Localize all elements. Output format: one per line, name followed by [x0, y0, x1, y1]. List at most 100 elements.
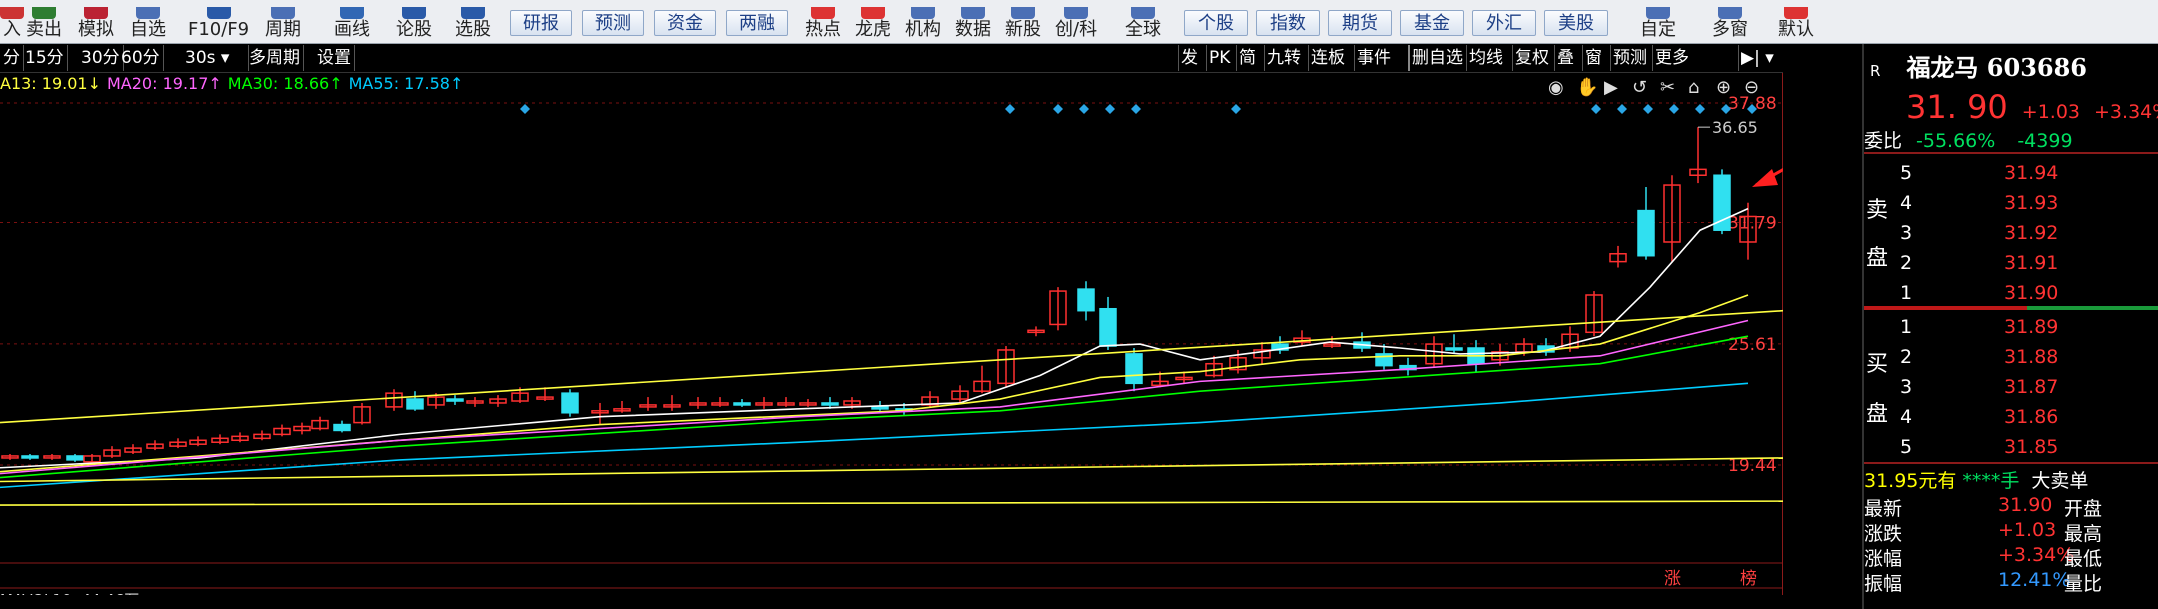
toolbar-button-0[interactable]: 研报 [510, 10, 572, 36]
weibi-row: 委比 -55.66% -4399 [1864, 126, 2158, 153]
toolbar-item2-0[interactable]: 热点 [805, 0, 841, 43]
stat-key: 最新 [1864, 498, 1903, 520]
period-4[interactable]: 30s ▾ [182, 45, 249, 71]
toolbar-button-1[interactable]: 预测 [582, 10, 644, 36]
chart-tool-8[interactable]: 复权 [1512, 45, 1551, 71]
toolbar-button2-1[interactable]: 指数 [1256, 10, 1320, 36]
toolbar-label: 自选 [130, 19, 166, 40]
toolbar-label: 入 [3, 19, 21, 40]
buy-price: 31.89 [2004, 316, 2059, 338]
toolbar-icon [861, 7, 885, 19]
level-num: 3 [1900, 222, 1913, 244]
toolbar-item-0[interactable]: 入 [0, 0, 24, 43]
big-order-price: 31.95元有 [1864, 470, 1957, 492]
ma5-line [0, 207, 1749, 469]
toolbar-item-8[interactable]: 选股 [455, 0, 491, 43]
toolbar-item-3[interactable]: 自选 [130, 0, 166, 43]
ma13-line [0, 294, 1749, 473]
toolbar-label: 卖出 [26, 19, 62, 40]
level-num: 5 [1900, 162, 1913, 184]
chart-tool-12[interactable]: 更多 [1652, 45, 1691, 71]
period-5[interactable]: 多周期 [246, 45, 304, 71]
toolbar-item2-4[interactable]: 新股 [1005, 0, 1041, 43]
toolbar-item-1[interactable]: 卖出 [26, 0, 62, 43]
event-diamond-icon [1617, 104, 1627, 114]
toolbar-button2-3[interactable]: 基金 [1400, 10, 1464, 36]
chart-tool-6[interactable]: 删自选 [1408, 45, 1465, 71]
toolbar-item2-6[interactable]: 全球 [1125, 0, 1161, 43]
price-pct: +3.34% [2094, 101, 2158, 123]
chart-tool-7[interactable]: 均线 [1466, 45, 1505, 71]
chart-tool-9[interactable]: 叠 [1554, 45, 1576, 71]
event-diamond-icon [1231, 104, 1241, 114]
toolbar-item2-3[interactable]: 数据 [955, 0, 991, 43]
candle-body [561, 392, 579, 414]
period-3[interactable]: 60分 [118, 45, 164, 71]
buy-price: 31.88 [2004, 346, 2059, 368]
chart-tool-3[interactable]: 九转 [1264, 45, 1303, 71]
toolbar-button2-2[interactable]: 期货 [1328, 10, 1392, 36]
toolbar-label: 机构 [905, 19, 941, 40]
toolbar-label: 自定 [1640, 19, 1676, 40]
toolbar-label: 创/科 [1055, 19, 1098, 40]
sell-price: 31.94 [2004, 162, 2059, 184]
level-num: 1 [1900, 282, 1913, 304]
toolbar-item-4[interactable]: F10/F9 [188, 0, 249, 43]
chart-tool-4[interactable]: 连板 [1308, 45, 1347, 71]
toolbar-button2-5[interactable]: 美股 [1544, 10, 1608, 36]
trend-line [0, 500, 1783, 506]
toolbar-button2-0[interactable]: 个股 [1184, 10, 1248, 36]
stat-key2: 开盘 [2064, 498, 2103, 520]
toolbar-icon [1718, 7, 1742, 19]
toolbar-item2-1[interactable]: 龙虎 [855, 0, 891, 43]
toolbar-icon [32, 7, 56, 19]
toolbar-label: 模拟 [78, 19, 114, 40]
buy-label: 盘 [1866, 402, 1889, 427]
kline-chart[interactable]: 37.8831.7925.6119.4436.65◉✋▶↺✂⌂⊕⊖涨榜MAVOL… [0, 73, 1783, 595]
toolbar-item-5[interactable]: 周期 [265, 0, 301, 43]
toolbar-item-6[interactable]: 画线 [334, 0, 370, 43]
candle-body [1099, 307, 1117, 347]
toolbar-icon [206, 7, 231, 19]
order-book-bar [1864, 306, 2158, 310]
chart-tool-2[interactable]: 简 [1236, 45, 1258, 71]
big-order-label: 大卖单 [2031, 470, 2089, 492]
toolbar-button-2[interactable]: 资金 [654, 10, 716, 36]
period-6[interactable]: 设置 [314, 45, 355, 71]
toolbar-button2-4[interactable]: 外汇 [1472, 10, 1536, 36]
event-diamond-icon [1643, 104, 1653, 114]
chart-tool-11[interactable]: 预测 [1610, 45, 1649, 71]
price-change: +1.03 [2021, 101, 2081, 123]
toolbar-item-7[interactable]: 论股 [396, 0, 432, 43]
toolbar-button-3[interactable]: 两融 [726, 10, 788, 36]
period-2[interactable]: 30分 [78, 45, 124, 71]
stat-key: 振幅 [1864, 573, 1903, 595]
period-1[interactable]: 15分 [22, 45, 68, 71]
toolbar-item-2[interactable]: 模拟 [78, 0, 114, 43]
toolbar-item2-2[interactable]: 机构 [905, 0, 941, 43]
chart-tool-10[interactable]: 窗 [1582, 45, 1604, 71]
sell-label: 卖 [1866, 198, 1889, 223]
toolbar-item2-5[interactable]: 创/科 [1055, 0, 1097, 43]
stat-key: 涨幅 [1864, 548, 1903, 570]
chart-tool-1[interactable]: PK [1206, 45, 1232, 71]
chart-tool-0[interactable]: 发 [1178, 45, 1200, 71]
event-diamond-icon [1131, 104, 1141, 114]
toolbar-label: 多窗 [1712, 19, 1748, 40]
toolbar-label: 全球 [1125, 19, 1161, 40]
toolbar-label: 热点 [805, 19, 841, 40]
chart-tool-5[interactable]: 事件 [1354, 45, 1393, 71]
period-0[interactable]: 分 [0, 45, 24, 71]
level-num: 2 [1900, 252, 1913, 274]
last-price: 31. 90 [1906, 88, 2008, 126]
toolbar-item3-2[interactable]: 默认 [1778, 0, 1814, 43]
toolbar-label: 龙虎 [855, 19, 891, 40]
chart-tool-icon: ◉ [1548, 77, 1564, 98]
stat-value: +1.03 [1998, 519, 2057, 541]
buy-label: 买 [1866, 352, 1889, 377]
r-badge: R [1870, 61, 1881, 80]
toolbar-item3-1[interactable]: 多窗 [1712, 0, 1748, 43]
more-arrow-icon[interactable]: ▶| ▾ [1738, 45, 1776, 71]
event-diamond-icon [1053, 104, 1063, 114]
toolbar-item3-0[interactable]: 自定 [1640, 0, 1676, 43]
